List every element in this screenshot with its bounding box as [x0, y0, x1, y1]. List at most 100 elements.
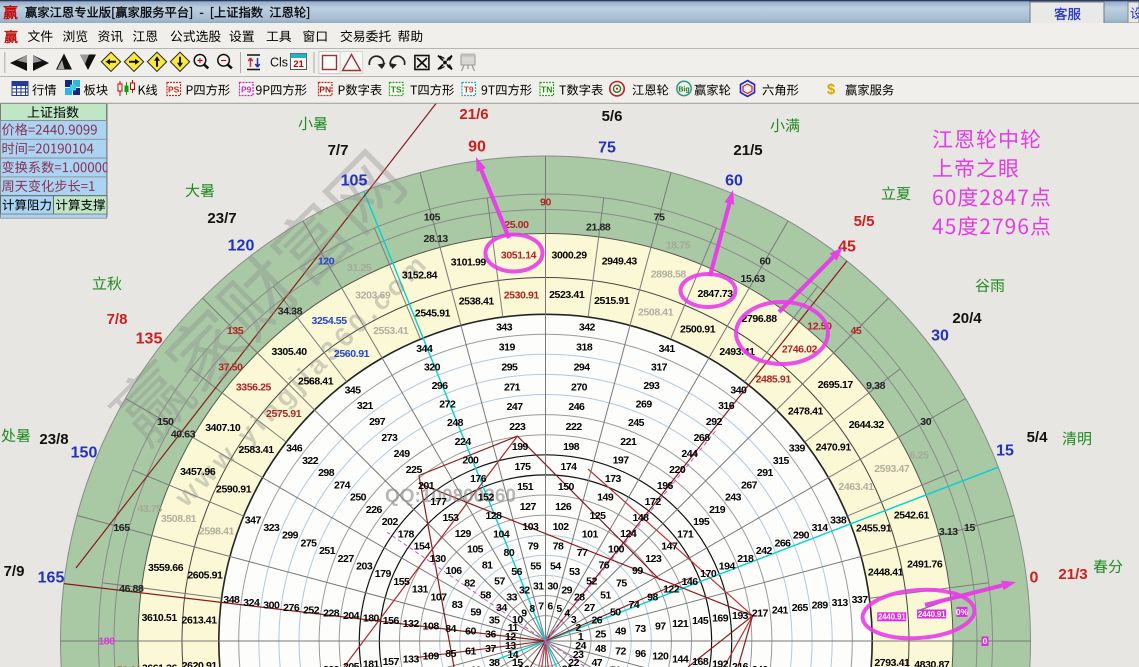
svg-text:103: 103 — [522, 521, 539, 533]
svg-text:200: 200 — [462, 454, 479, 466]
svg-text:130: 130 — [430, 553, 447, 565]
svg-text:21/6: 21/6 — [459, 106, 488, 123]
svg-text:3203.69: 3203.69 — [355, 289, 391, 301]
svg-text:121: 121 — [672, 618, 689, 630]
svg-text:245: 245 — [628, 417, 645, 429]
svg-text:193: 193 — [732, 610, 749, 622]
svg-text:82: 82 — [464, 577, 475, 589]
svg-text:270: 270 — [571, 381, 588, 393]
svg-text:PS: PS — [168, 84, 180, 94]
svg-text:298: 298 — [318, 467, 335, 479]
svg-text:0%: 0% — [956, 607, 969, 617]
svg-text:23/7: 23/7 — [207, 210, 236, 227]
svg-text:201: 201 — [418, 480, 435, 492]
svg-text:322: 322 — [302, 455, 319, 467]
svg-text:248: 248 — [447, 417, 464, 429]
svg-text:46.88: 46.88 — [119, 583, 144, 595]
svg-text:339: 339 — [789, 443, 806, 455]
svg-text:3508.81: 3508.81 — [161, 513, 197, 525]
svg-text:74: 74 — [629, 599, 640, 611]
svg-text:26: 26 — [591, 614, 602, 626]
svg-text:5/4: 5/4 — [1027, 429, 1049, 446]
svg-text:194: 194 — [719, 561, 736, 573]
svg-text:2590.91: 2590.91 — [216, 484, 252, 496]
svg-text:151: 151 — [517, 481, 534, 493]
svg-text:316: 316 — [718, 400, 735, 412]
svg-text:296: 296 — [432, 380, 449, 392]
svg-text:2644.32: 2644.32 — [849, 419, 885, 431]
svg-text:2470.91: 2470.91 — [816, 442, 852, 454]
svg-text:176: 176 — [470, 473, 487, 485]
svg-text:60: 60 — [725, 173, 743, 190]
svg-text:3457.96: 3457.96 — [180, 466, 216, 478]
svg-text:224: 224 — [455, 436, 472, 448]
svg-text:171: 171 — [677, 528, 694, 540]
svg-text:153: 153 — [442, 512, 459, 524]
svg-text:198: 198 — [563, 441, 580, 453]
svg-text:192: 192 — [712, 659, 729, 667]
svg-text:150: 150 — [157, 416, 174, 428]
svg-text:180: 180 — [363, 613, 380, 625]
svg-text:144: 144 — [672, 653, 689, 665]
svg-text:2485.91: 2485.91 — [756, 374, 792, 386]
svg-text:169: 169 — [712, 613, 729, 625]
svg-text:290: 290 — [793, 530, 810, 542]
svg-text:172: 172 — [645, 496, 662, 508]
svg-text:25: 25 — [595, 628, 606, 640]
svg-text:47: 47 — [591, 657, 602, 667]
svg-text:2575.91: 2575.91 — [266, 408, 302, 420]
svg-text:2478.41: 2478.41 — [788, 406, 824, 418]
svg-text:2793.41: 2793.41 — [874, 657, 910, 667]
svg-text:60: 60 — [760, 255, 771, 267]
svg-text:313: 313 — [832, 597, 849, 609]
svg-text:3610.51: 3610.51 — [142, 612, 178, 624]
svg-text:180: 180 — [98, 636, 115, 648]
svg-text:2593.47: 2593.47 — [874, 463, 910, 475]
svg-text:34.38: 34.38 — [278, 306, 303, 318]
svg-text:2553.41: 2553.41 — [373, 325, 409, 337]
svg-text:242: 242 — [756, 545, 773, 557]
svg-text:5/6: 5/6 — [602, 108, 623, 125]
svg-text:0: 0 — [1030, 570, 1039, 587]
svg-text:2530.91: 2530.91 — [504, 289, 540, 301]
svg-text:43.75: 43.75 — [137, 503, 162, 515]
svg-text:96: 96 — [635, 648, 646, 660]
svg-text:45: 45 — [838, 239, 856, 256]
svg-text:3152.84: 3152.84 — [402, 270, 438, 282]
svg-text:52: 52 — [586, 576, 597, 588]
svg-text:7/9: 7/9 — [4, 563, 25, 580]
svg-text:225: 225 — [406, 464, 423, 476]
svg-text:2538.41: 2538.41 — [459, 296, 495, 308]
svg-text:6.25: 6.25 — [910, 449, 929, 461]
svg-text:2568.41: 2568.41 — [298, 376, 334, 388]
svg-text:3254.55: 3254.55 — [312, 315, 348, 327]
svg-text:56: 56 — [511, 566, 522, 578]
svg-text:78: 78 — [553, 541, 564, 553]
svg-text:2598.41: 2598.41 — [199, 526, 235, 538]
svg-text:218: 218 — [737, 553, 754, 565]
svg-text:323: 323 — [263, 522, 280, 534]
svg-text:343: 343 — [496, 322, 513, 334]
svg-text:5: 5 — [556, 603, 562, 615]
svg-text:97: 97 — [655, 621, 666, 633]
svg-text:177: 177 — [430, 496, 447, 508]
svg-text:5/5: 5/5 — [854, 213, 875, 230]
svg-text:205: 205 — [343, 661, 360, 667]
svg-text:295: 295 — [501, 361, 518, 373]
svg-text:84: 84 — [445, 623, 456, 635]
svg-text:275: 275 — [300, 537, 317, 549]
svg-text:202: 202 — [382, 516, 399, 528]
svg-text:30: 30 — [931, 328, 949, 345]
svg-text:28: 28 — [574, 592, 585, 604]
svg-text:2440.91: 2440.91 — [878, 613, 906, 622]
svg-text:174: 174 — [560, 461, 577, 473]
svg-text:293: 293 — [643, 380, 660, 392]
svg-text:297: 297 — [369, 416, 386, 428]
svg-text:267: 267 — [741, 480, 758, 492]
svg-text:9.38: 9.38 — [866, 380, 885, 392]
svg-text:338: 338 — [830, 514, 847, 526]
svg-text:T9: T9 — [464, 84, 474, 94]
svg-text:3356.25: 3356.25 — [236, 382, 272, 394]
svg-text:289: 289 — [812, 600, 829, 612]
svg-text:2949.43: 2949.43 — [602, 256, 638, 268]
